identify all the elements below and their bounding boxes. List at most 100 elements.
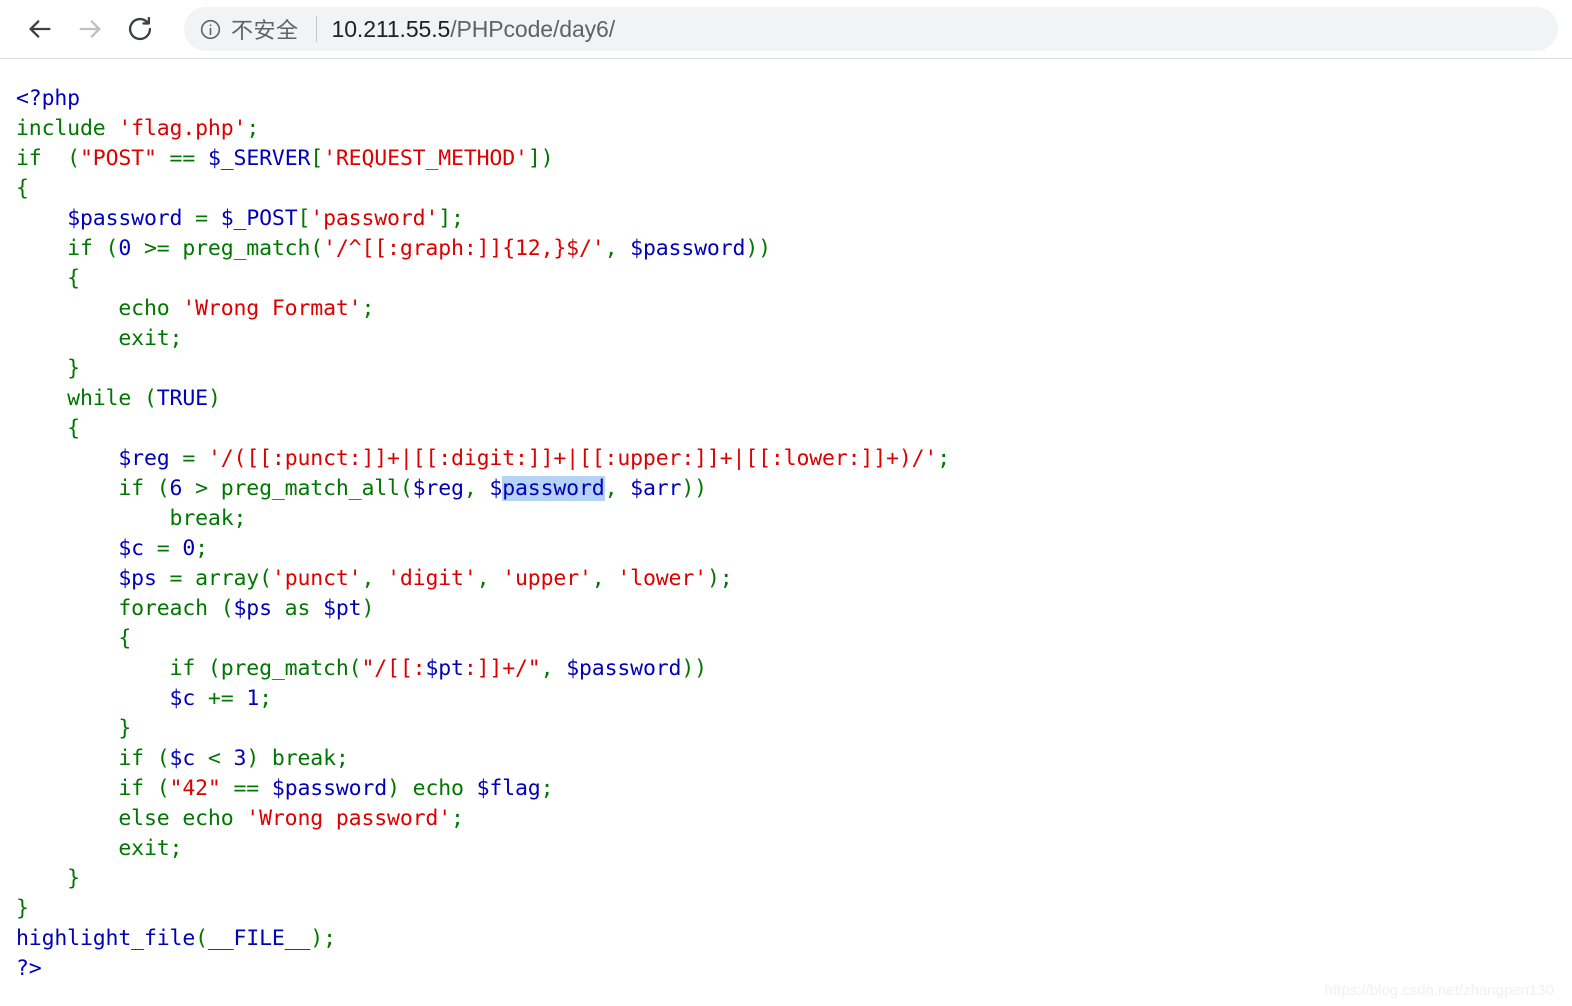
code-token: $ (489, 476, 503, 501)
code-token: 0 (118, 236, 132, 261)
code-token: = (169, 446, 208, 471)
code-token: echo (16, 296, 183, 321)
code-token: $password (630, 236, 746, 261)
code-token: )) (681, 656, 707, 681)
code-line: $c = 0; (16, 536, 208, 561)
code-token: 1 (246, 686, 260, 711)
code-line: } (16, 716, 131, 741)
code-token: "42" (169, 776, 221, 801)
code-token: $c (169, 746, 196, 771)
code-token: 'Wrong Format' (182, 296, 362, 321)
code-token: $_SERVER (207, 146, 311, 171)
code-line: if (6 > preg_match_all($reg, $password, … (16, 476, 707, 501)
code-token: '/([[:punct:]]+|[[:digit:]]+|[[:upper:]]… (207, 446, 938, 471)
code-token: += (195, 686, 247, 711)
forward-arrow-icon (76, 15, 104, 43)
code-token: = (182, 206, 221, 231)
code-token: if ( (16, 476, 170, 501)
code-token: ) (361, 596, 375, 621)
code-token: if ( (16, 146, 80, 171)
code-token: 'digit' (387, 566, 477, 591)
code-line: { (16, 626, 131, 651)
code-token: $_POST (220, 206, 298, 231)
security-status-label: 不安全 (231, 19, 299, 44)
code-line: if ($c < 3) break; (16, 746, 348, 771)
code-line: exit; (16, 326, 182, 351)
php-source-code[interactable]: <?php include 'flag.php'; if ("POST" == … (0, 60, 1572, 984)
code-token: $c (169, 686, 196, 711)
code-line: $c += 1; (16, 686, 273, 711)
code-line: echo 'Wrong Format'; (16, 296, 374, 321)
address-bar[interactable]: 不安全 10.211.55.5/PHPcode/day6/ (184, 7, 1558, 51)
code-token: , (604, 476, 631, 501)
code-token: $arr (630, 476, 682, 501)
code-token: $reg (118, 446, 170, 471)
code-token: $pt (323, 596, 362, 621)
reload-button[interactable] (118, 7, 162, 51)
code-line: } (16, 896, 29, 921)
code-token: 'password' (310, 206, 439, 231)
code-line: { (16, 266, 80, 291)
code-token: , (591, 566, 618, 591)
browser-toolbar: 不安全 10.211.55.5/PHPcode/day6/ (0, 0, 1572, 59)
info-circle-icon[interactable] (198, 17, 222, 41)
code-token: == (156, 146, 208, 171)
code-token: 0 (182, 536, 196, 561)
code-token: else echo (16, 806, 247, 831)
selected-text: password (502, 476, 605, 501)
code-line: { (16, 176, 29, 201)
code-token: "POST" (79, 146, 157, 171)
code-line: } (16, 356, 80, 381)
code-token: > preg_match_all( (182, 476, 413, 501)
code-token: , (476, 566, 503, 591)
code-token: $pt (425, 656, 464, 681)
code-token: highlight_file (16, 926, 196, 951)
back-button[interactable] (18, 7, 62, 51)
code-token: if ( (16, 746, 170, 771)
code-token: 'upper' (502, 566, 592, 591)
code-token: ); (706, 566, 733, 591)
code-line: highlight_file(__FILE__); (16, 926, 336, 951)
code-token: $password (566, 656, 682, 681)
code-token: ?> (16, 956, 42, 981)
code-token: ) (207, 386, 221, 411)
code-token: ); (310, 926, 336, 951)
code-token: __FILE__ (207, 926, 311, 951)
code-token: <?php (16, 86, 80, 111)
code-line: if (preg_match("/[[:$pt:]]+/", $password… (16, 656, 708, 681)
code-token: 'Wrong password' (246, 806, 452, 831)
code-line: if ("POST" == $_SERVER['REQUEST_METHOD']… (16, 146, 554, 171)
code-token: )) (745, 236, 771, 261)
code-token: '/^[[:graph:]]{12,}$/' (323, 236, 605, 261)
code-token: , (463, 476, 490, 501)
code-token: { (16, 626, 132, 651)
code-token: = (143, 536, 183, 561)
code-token: = array( (156, 566, 273, 591)
code-line: } (16, 866, 80, 891)
code-token: ( (195, 926, 208, 951)
code-token: ; (540, 776, 554, 801)
url-path: /PHPcode/day6/ (450, 15, 616, 42)
code-token: $ps (118, 566, 157, 591)
code-token: , (361, 566, 388, 591)
code-token: if (preg_match( (16, 656, 362, 681)
code-token: >= preg_match( (131, 236, 324, 261)
code-line: foreach ($ps as $pt) (16, 596, 374, 621)
code-token: ]; (438, 206, 464, 231)
code-token: foreach ( (16, 596, 234, 621)
code-token: 'punct' (271, 566, 362, 591)
code-token: )) (681, 476, 707, 501)
code-token: 'flag.php' (118, 116, 247, 141)
forward-button[interactable] (68, 7, 112, 51)
code-line: break; (16, 506, 247, 531)
code-token: , (540, 656, 567, 681)
code-token: if ( (16, 236, 119, 261)
url-host: 10.211.55.5 (331, 15, 451, 42)
watermark-text: https://blog.csdn.net/zhangpen130 (1324, 982, 1554, 999)
code-token: :]]+/" (463, 656, 541, 681)
code-token: $password (67, 206, 183, 231)
code-token: include (16, 116, 119, 141)
